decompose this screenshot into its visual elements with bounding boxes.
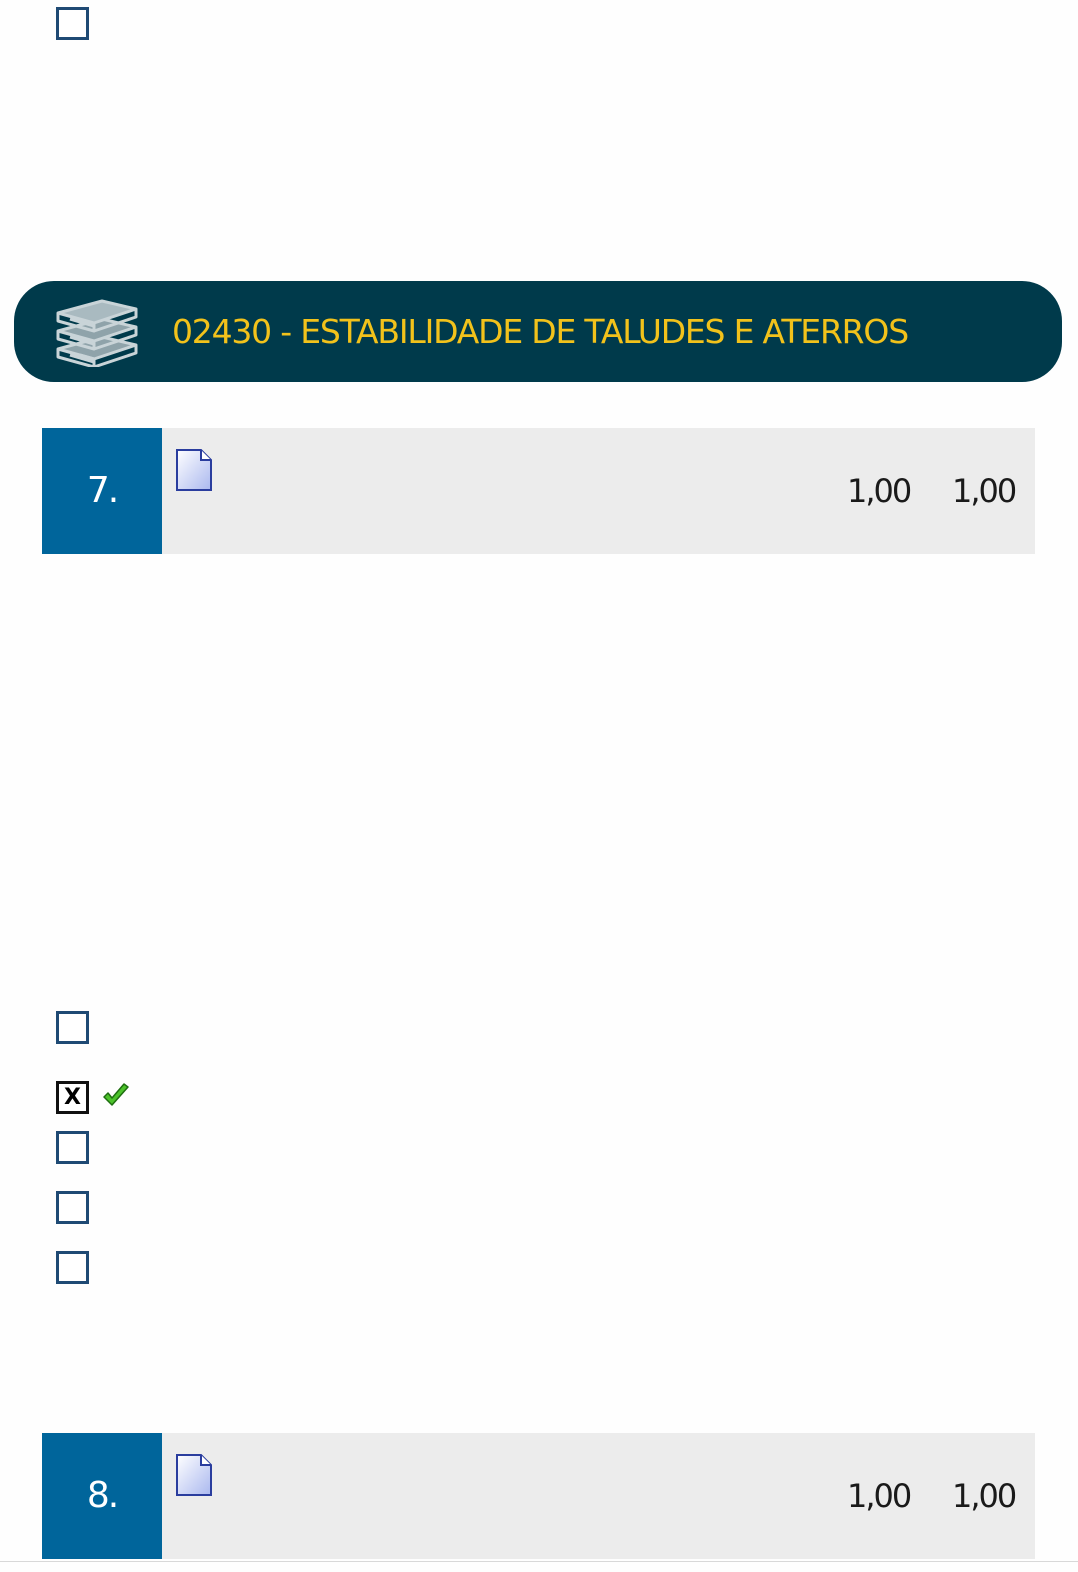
question-score: 1,00 (847, 472, 912, 510)
document-icon[interactable] (175, 448, 213, 492)
section-title: 02430 - ESTABILIDADE DE TALUDES E ATERRO… (172, 312, 909, 351)
correct-check-icon (103, 1083, 129, 1106)
question-max-score: 1,00 (952, 1477, 1017, 1515)
divider (0, 1561, 1078, 1562)
question-number: 7. (42, 428, 162, 554)
checked-mark: X (64, 1084, 81, 1110)
answer-checkbox-4[interactable] (56, 1191, 89, 1224)
question-row: 7. 1,00 1,00 (42, 428, 1035, 554)
section-header: 02430 - ESTABILIDADE DE TALUDES E ATERRO… (14, 281, 1062, 382)
question-score: 1,00 (847, 1477, 912, 1515)
answer-checkbox-2[interactable]: X (56, 1081, 89, 1114)
question-row: 8. 1,00 1,00 (42, 1433, 1035, 1559)
document-icon[interactable] (175, 1453, 213, 1497)
question-number: 8. (42, 1433, 162, 1559)
books-icon (56, 299, 138, 367)
answer-checkbox-3[interactable] (56, 1131, 89, 1164)
answer-checkbox-5[interactable] (56, 1251, 89, 1284)
answer-checkbox-1[interactable] (56, 1011, 89, 1044)
question-max-score: 1,00 (952, 472, 1017, 510)
answer-checkbox[interactable] (56, 7, 89, 40)
